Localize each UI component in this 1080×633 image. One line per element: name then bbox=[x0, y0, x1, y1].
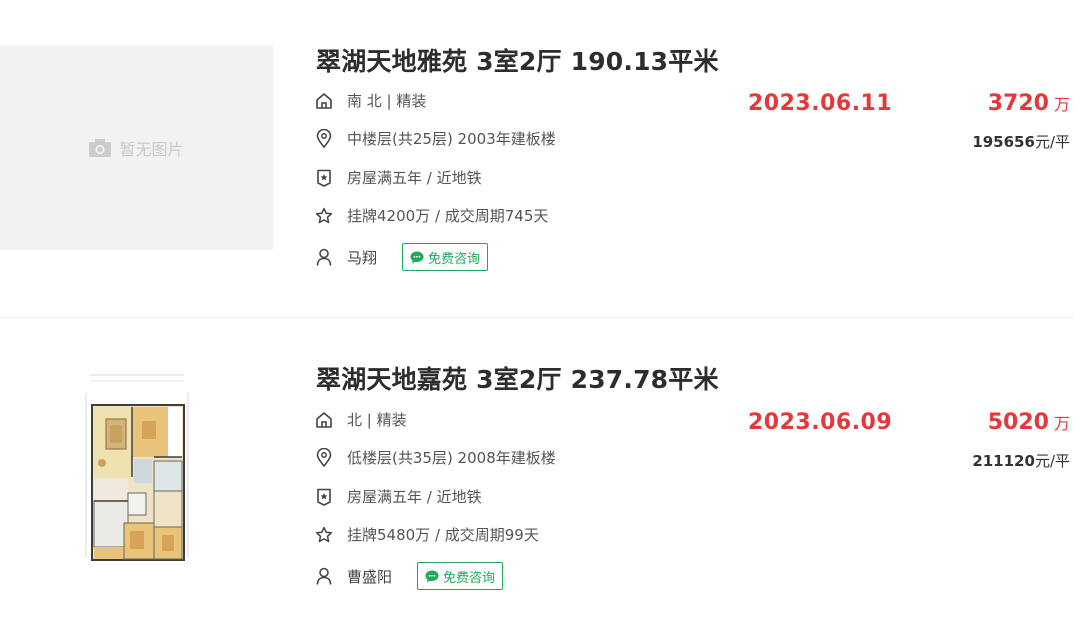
free-consult-label: 免费咨询 bbox=[428, 251, 481, 267]
free-consult-button[interactable]: 免费咨询 bbox=[417, 562, 504, 590]
listing-card: 翠湖天地嘉苑 3室2厅 237.78平米 北 | 精装 低楼层(共35层) 20… bbox=[0, 318, 1080, 633]
unit-price: 211120元/平 bbox=[972, 450, 1070, 471]
house-icon bbox=[314, 410, 334, 430]
chat-bubble-icon bbox=[410, 251, 424, 263]
deal-cycle-info: 挂牌5480万 / 成交周期99天 bbox=[314, 524, 539, 545]
chat-bubble-icon bbox=[425, 570, 439, 582]
total-price: 3720 万 bbox=[988, 91, 1070, 116]
free-consult-label: 免费咨询 bbox=[443, 570, 496, 586]
listing-title[interactable]: 翠湖天地嘉苑 3室2厅 237.78平米 bbox=[316, 360, 719, 396]
house-icon bbox=[314, 91, 334, 111]
house-tags-text: 房屋满五年 / 近地铁 bbox=[347, 169, 482, 187]
agent-name[interactable]: 马翔 bbox=[347, 247, 377, 268]
no-image-text: 暂无图片 bbox=[119, 139, 184, 159]
deal-cycle-info: 挂牌4200万 / 成交周期745天 bbox=[314, 205, 548, 226]
total-price-number: 3720 bbox=[987, 91, 1049, 116]
agent-info: 马翔 免费咨询 bbox=[314, 243, 489, 271]
deal-house-tags: 房屋满五年 / 近地铁 bbox=[314, 167, 482, 188]
total-price-number: 5020 bbox=[987, 410, 1049, 435]
house-info: 南 北 | 精装 bbox=[314, 90, 426, 111]
certificate-icon bbox=[314, 487, 334, 507]
unit-price-number: 211120 bbox=[972, 452, 1035, 470]
no-image-placeholder: 暂无图片 bbox=[89, 136, 184, 160]
listing-cycle-text: 挂牌5480万 / 成交周期99天 bbox=[347, 526, 539, 544]
certificate-icon bbox=[314, 168, 334, 188]
floor-info-text: 低楼层(共35层) 2008年建板楼 bbox=[347, 449, 556, 467]
unit-price-suffix: 元/平 bbox=[1034, 133, 1070, 151]
orientation-decoration-text: 北 | 精装 bbox=[347, 411, 407, 429]
free-consult-button[interactable]: 免费咨询 bbox=[402, 243, 489, 271]
location-pin-icon bbox=[314, 129, 334, 149]
listing-cycle-text: 挂牌4200万 / 成交周期745天 bbox=[347, 207, 549, 225]
total-price-unit: 万 bbox=[1053, 95, 1070, 114]
listing-thumbnail[interactable]: 暂无图片 bbox=[0, 45, 273, 250]
unit-price-suffix: 元/平 bbox=[1034, 452, 1070, 470]
orientation-decoration-text: 南 北 | 精装 bbox=[347, 92, 427, 110]
floor-plan-image[interactable] bbox=[72, 363, 200, 573]
house-info: 北 | 精装 bbox=[314, 409, 407, 430]
deal-house-tags: 房屋满五年 / 近地铁 bbox=[314, 486, 482, 507]
position-info: 中楼层(共25层) 2003年建板楼 bbox=[314, 128, 556, 149]
floor-info-text: 中楼层(共25层) 2003年建板楼 bbox=[347, 130, 556, 148]
house-tags-text: 房屋满五年 / 近地铁 bbox=[347, 488, 482, 506]
total-price-unit: 万 bbox=[1053, 414, 1070, 433]
agent-info: 曹盛阳 免费咨询 bbox=[314, 562, 504, 590]
deal-date: 2023.06.09 bbox=[748, 410, 893, 435]
position-info: 低楼层(共35层) 2008年建板楼 bbox=[314, 447, 556, 468]
unit-price-number: 195656 bbox=[972, 133, 1035, 151]
star-icon bbox=[314, 525, 334, 545]
person-icon bbox=[314, 566, 334, 586]
star-icon bbox=[314, 206, 334, 226]
location-pin-icon bbox=[314, 448, 334, 468]
agent-name[interactable]: 曹盛阳 bbox=[347, 566, 392, 587]
person-icon bbox=[314, 247, 334, 267]
listing-card: 暂无图片 翠湖天地雅苑 3室2厅 190.13平米 南 北 | 精装 中楼层(共… bbox=[0, 0, 1080, 318]
total-price: 5020 万 bbox=[988, 410, 1070, 435]
listing-title[interactable]: 翠湖天地雅苑 3室2厅 190.13平米 bbox=[316, 42, 719, 78]
unit-price: 195656元/平 bbox=[972, 131, 1070, 152]
deal-date: 2023.06.11 bbox=[748, 91, 893, 116]
camera-icon bbox=[89, 138, 112, 157]
